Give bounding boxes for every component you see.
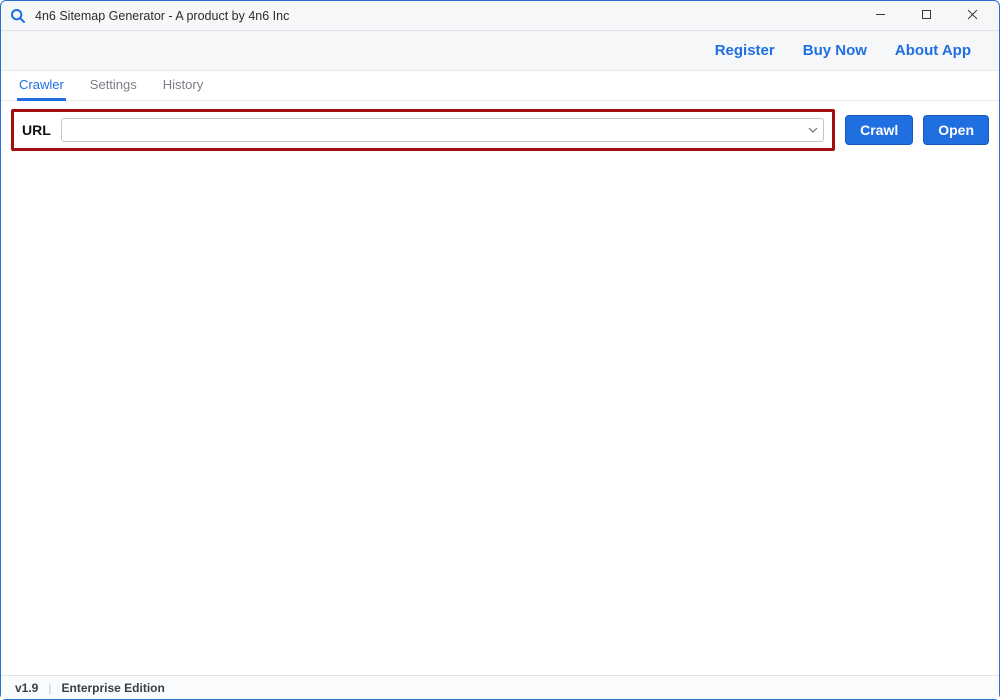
tab-settings[interactable]: Settings — [88, 71, 139, 101]
url-highlight-box: URL — [11, 109, 835, 151]
content-area — [1, 159, 999, 675]
open-button[interactable]: Open — [923, 115, 989, 145]
header-link-bar: Register Buy Now About App — [1, 31, 999, 71]
edition-label: Enterprise Edition — [61, 681, 164, 695]
close-icon — [967, 8, 978, 23]
url-input[interactable] — [61, 118, 824, 142]
minimize-button[interactable] — [857, 1, 903, 31]
minimize-icon — [875, 8, 886, 23]
title-bar: 4n6 Sitemap Generator - A product by 4n6… — [1, 1, 999, 31]
maximize-button[interactable] — [903, 1, 949, 31]
version-label: v1.9 — [15, 681, 38, 695]
status-bar: v1.9 | Enterprise Edition — [1, 675, 999, 699]
about-app-link[interactable]: About App — [895, 42, 971, 59]
app-window: 4n6 Sitemap Generator - A product by 4n6… — [0, 0, 1000, 700]
register-link[interactable]: Register — [715, 42, 775, 59]
status-divider: | — [48, 681, 51, 695]
url-input-wrap — [61, 118, 824, 142]
tab-bar: Crawler Settings History — [1, 71, 999, 101]
crawl-button[interactable]: Crawl — [845, 115, 913, 145]
close-button[interactable] — [949, 1, 995, 31]
maximize-icon — [921, 8, 932, 23]
url-row: URL Crawl Open — [1, 101, 999, 159]
buy-now-link[interactable]: Buy Now — [803, 42, 867, 59]
url-label: URL — [22, 122, 51, 138]
tab-crawler[interactable]: Crawler — [17, 71, 66, 101]
search-icon — [9, 7, 27, 25]
window-title: 4n6 Sitemap Generator - A product by 4n6… — [35, 9, 289, 23]
tab-history[interactable]: History — [161, 71, 205, 101]
